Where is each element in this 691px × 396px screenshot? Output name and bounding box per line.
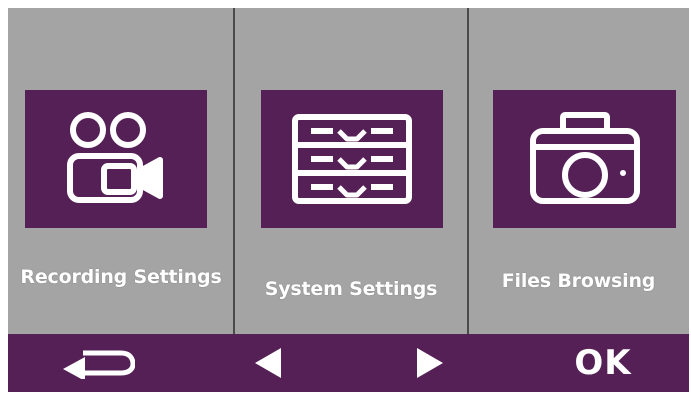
ok-label: OK (574, 343, 632, 383)
previous-button[interactable] (238, 334, 298, 392)
menu-item-system-settings[interactable]: System Settings (234, 8, 468, 334)
drawer-cabinet-icon (292, 114, 412, 204)
bottom-nav-bar: OK (8, 334, 689, 392)
video-camera-icon (67, 112, 163, 203)
system-settings-tile[interactable] (261, 90, 443, 228)
photo-camera-icon (529, 112, 640, 204)
left-triangle-icon (255, 348, 281, 378)
back-button[interactable] (53, 334, 143, 392)
return-arrow-icon (63, 350, 135, 379)
files-browsing-tile[interactable] (493, 90, 676, 228)
menu-item-files-browsing[interactable]: Files Browsing (468, 8, 689, 334)
files-browsing-label: Files Browsing (501, 270, 656, 292)
panel-divider (233, 8, 235, 334)
recording-settings-tile[interactable] (25, 90, 207, 228)
menu-item-recording-settings[interactable]: Recording Settings (8, 8, 234, 334)
system-settings-label: System Settings (264, 278, 438, 300)
right-triangle-icon (417, 348, 443, 378)
panel-divider (467, 8, 469, 334)
device-screen: Recording Settings System Settings Files… (8, 8, 689, 392)
next-button[interactable] (400, 334, 460, 392)
ok-button[interactable]: OK (553, 334, 653, 392)
recording-settings-label: Recording Settings (20, 266, 222, 288)
main-menu: Recording Settings System Settings Files… (8, 8, 689, 334)
